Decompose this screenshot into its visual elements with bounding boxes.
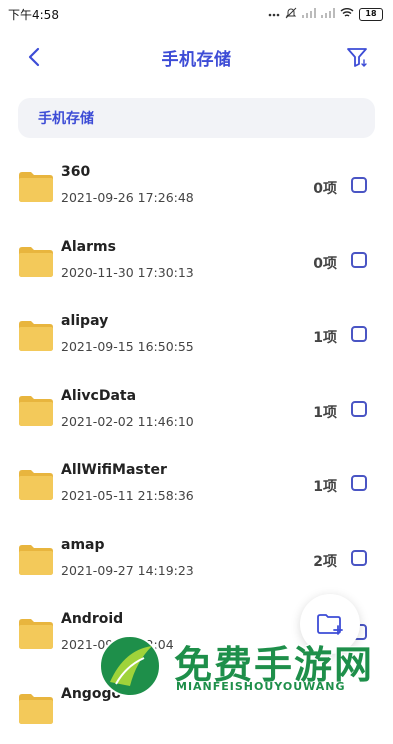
status-icons: 18 [268, 7, 383, 22]
wifi-icon [340, 7, 354, 21]
filter-button[interactable] [345, 44, 371, 70]
chevron-left-icon [22, 44, 48, 70]
page-title: 手机存储 [162, 45, 232, 70]
file-row[interactable]: Alarms 2020-11-30 17:30:13 0项 [0, 223, 393, 298]
select-checkbox[interactable] [351, 550, 367, 566]
status-time: 下午4:58 [8, 6, 59, 23]
file-count: 0项 [313, 178, 337, 198]
file-name: alipay [61, 313, 108, 329]
app-header: 手机存储 [0, 28, 393, 86]
folder-icon [18, 541, 54, 577]
file-list: 360 2021-09-26 17:26:48 0项 Alarms 2020-1… [0, 148, 393, 744]
file-name: amap [61, 537, 105, 553]
file-date: 2021-09-15 16:50:55 [61, 339, 194, 354]
signal-2-icon [321, 7, 335, 21]
breadcrumb-item[interactable]: 手机存储 [38, 108, 94, 128]
status-bar: 下午4:58 18 [0, 0, 393, 28]
file-count: 1项 [313, 402, 337, 422]
file-row[interactable]: Angogo [0, 670, 393, 744]
file-count: 2项 [313, 551, 337, 571]
file-name: Angogo [61, 686, 121, 702]
file-count: 0项 [313, 253, 337, 273]
folder-icon [18, 243, 54, 279]
signal-icon [302, 7, 316, 21]
filter-icon [345, 44, 371, 70]
select-checkbox[interactable] [351, 252, 367, 268]
new-folder-fab[interactable] [300, 594, 360, 654]
select-checkbox[interactable] [351, 475, 367, 491]
file-date: 2021-09-27 12:04 [61, 637, 174, 652]
back-button[interactable] [22, 44, 48, 70]
mute-bell-icon [285, 7, 297, 22]
file-name: AlivcData [61, 388, 136, 404]
file-date: 2020-11-30 17:30:13 [61, 265, 194, 280]
file-row[interactable]: alipay 2021-09-15 16:50:55 1项 [0, 297, 393, 372]
folder-icon [18, 466, 54, 502]
folder-icon [18, 690, 54, 726]
file-count: 1项 [313, 476, 337, 496]
file-date: 2021-05-11 21:58:36 [61, 488, 194, 503]
file-date: 2021-09-27 14:19:23 [61, 563, 194, 578]
breadcrumb[interactable]: 手机存储 [18, 98, 375, 138]
file-name: Android [61, 611, 123, 627]
add-folder-icon [316, 611, 344, 637]
select-checkbox[interactable] [351, 177, 367, 193]
file-name: AllWifiMaster [61, 462, 167, 478]
folder-icon [18, 168, 54, 204]
more-dots-icon [268, 7, 280, 21]
select-checkbox[interactable] [351, 326, 367, 342]
file-row[interactable]: amap 2021-09-27 14:19:23 2项 [0, 521, 393, 596]
battery-icon: 18 [359, 8, 383, 21]
select-checkbox[interactable] [351, 401, 367, 417]
folder-icon [18, 615, 54, 651]
file-name: Alarms [61, 239, 116, 255]
folder-icon [18, 317, 54, 353]
file-name: 360 [61, 164, 90, 180]
file-date: 2021-09-26 17:26:48 [61, 190, 194, 205]
file-row[interactable]: AllWifiMaster 2021-05-11 21:58:36 1项 [0, 446, 393, 521]
folder-icon [18, 392, 54, 428]
file-row[interactable]: 360 2021-09-26 17:26:48 0项 [0, 148, 393, 223]
file-row[interactable]: AlivcData 2021-02-02 11:46:10 1项 [0, 372, 393, 447]
file-date: 2021-02-02 11:46:10 [61, 414, 194, 429]
file-count: 1项 [313, 327, 337, 347]
